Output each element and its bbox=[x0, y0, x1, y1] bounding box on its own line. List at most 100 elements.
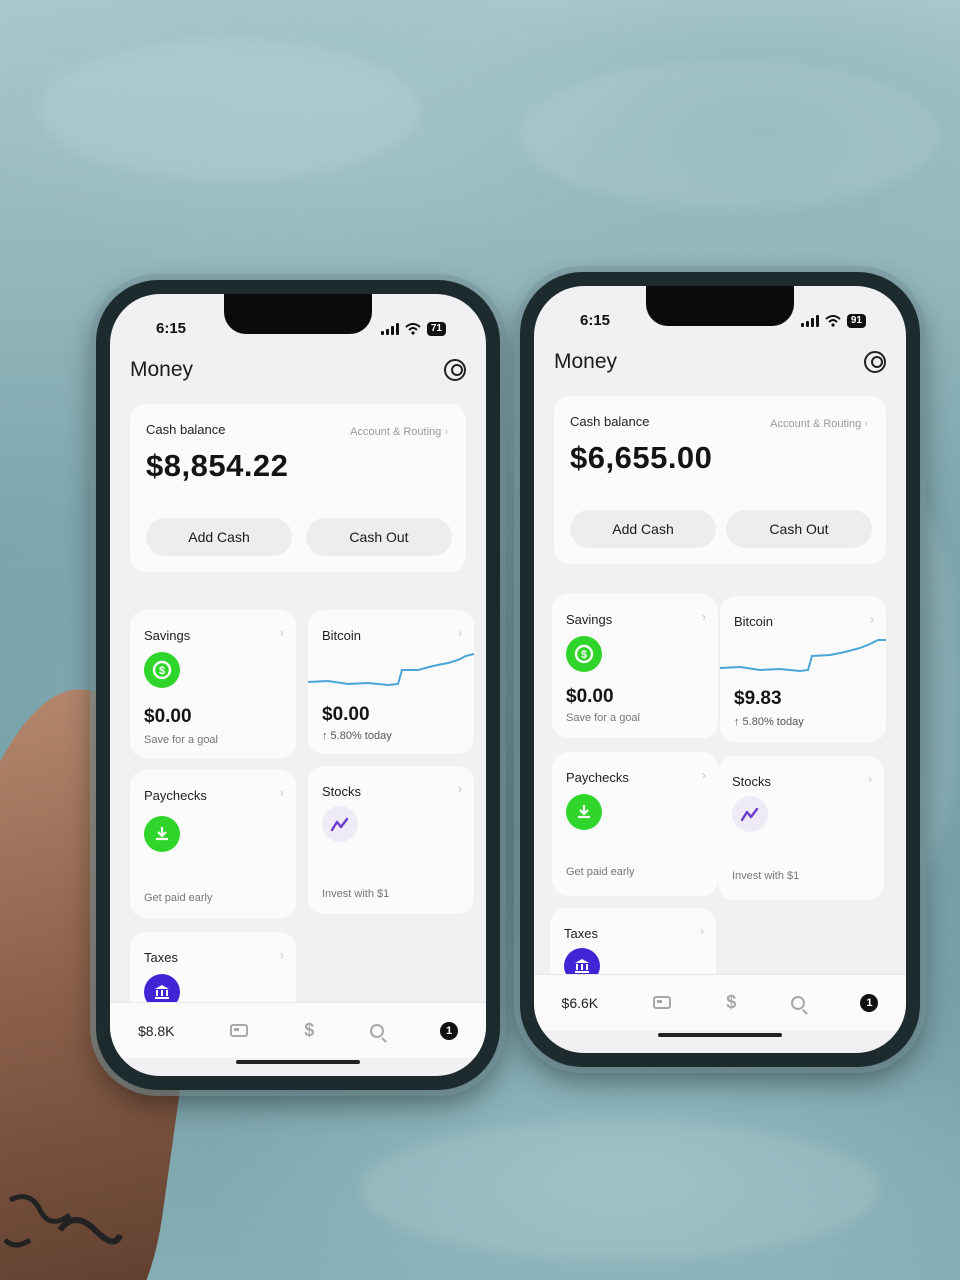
wifi-icon bbox=[825, 315, 841, 327]
stocks-subtitle: Invest with $1 bbox=[732, 870, 800, 882]
stocks-tile[interactable]: Stocks › Invest with $1 bbox=[718, 756, 884, 900]
phone-right: 6:15 91 Money Cash balance Account & Rou… bbox=[520, 272, 920, 1067]
bitcoin-change: ↑ 5.80% today bbox=[322, 730, 392, 742]
home-indicator bbox=[236, 1060, 360, 1064]
bitcoin-amount: $0.00 bbox=[322, 704, 370, 725]
home-indicator bbox=[658, 1033, 782, 1037]
savings-tile[interactable]: Savings › $ $0.00 Save for a goal bbox=[130, 610, 296, 758]
savings-amount: $0.00 bbox=[566, 686, 614, 707]
cash-balance-label: Cash balance bbox=[146, 422, 226, 437]
cash-balance-label: Cash balance bbox=[570, 414, 650, 429]
chevron-right-icon: › bbox=[280, 626, 284, 640]
paychecks-subtitle: Get paid early bbox=[144, 892, 213, 904]
savings-title: Savings bbox=[566, 612, 613, 627]
account-routing-link[interactable]: Account & Routing › bbox=[350, 426, 448, 438]
tab-bar: $6.6K $ 1 bbox=[534, 974, 906, 1030]
bitcoin-title: Bitcoin bbox=[322, 628, 362, 643]
battery-icon: 71 bbox=[426, 322, 446, 336]
bitcoin-tile[interactable]: Bitcoin › $9.83 ↑ 5.80% today bbox=[720, 596, 886, 742]
bitcoin-sparkline bbox=[720, 639, 886, 673]
profile-icon[interactable] bbox=[864, 351, 886, 373]
cash-balance-amount: $6,655.00 bbox=[570, 440, 713, 475]
activity-icon[interactable]: 1 bbox=[860, 993, 879, 1012]
paychecks-tile[interactable]: Paychecks › Get paid early bbox=[552, 752, 718, 896]
tab-bar: $8.8K $ 1 bbox=[110, 1002, 486, 1058]
download-icon bbox=[566, 794, 602, 830]
chevron-right-icon: › bbox=[870, 612, 874, 626]
bitcoin-sparkline bbox=[308, 653, 474, 687]
bitcoin-title: Bitcoin bbox=[734, 614, 774, 629]
chevron-right-icon: › bbox=[700, 924, 704, 938]
bitcoin-amount: $9.83 bbox=[734, 688, 782, 709]
status-icons: 91 bbox=[800, 314, 866, 328]
status-time: 6:15 bbox=[156, 320, 187, 337]
cash-balance-card[interactable]: Cash balance Account & Routing › $8,854.… bbox=[130, 404, 466, 572]
account-routing-label: Account & Routing bbox=[350, 426, 442, 438]
bitcoin-change: ↑ 5.80% today bbox=[734, 716, 804, 728]
chevron-right-icon: › bbox=[702, 610, 706, 624]
tab-balance[interactable]: $6.6K bbox=[562, 995, 599, 1011]
account-routing-label: Account & Routing bbox=[770, 418, 862, 430]
savings-subtitle: Save for a goal bbox=[566, 712, 640, 724]
paychecks-tile[interactable]: Paychecks › Get paid early bbox=[130, 770, 296, 918]
card-icon[interactable] bbox=[230, 1024, 249, 1037]
notch bbox=[646, 286, 794, 326]
dollar-icon[interactable]: $ bbox=[726, 992, 736, 1013]
download-icon bbox=[144, 816, 180, 852]
chevron-right-icon: › bbox=[458, 782, 462, 796]
dollar-icon[interactable]: $ bbox=[304, 1020, 314, 1041]
taxes-title: Taxes bbox=[564, 926, 598, 941]
status-time: 6:15 bbox=[580, 312, 611, 329]
battery-icon: 91 bbox=[846, 314, 866, 328]
savings-subtitle: Save for a goal bbox=[144, 734, 218, 746]
status-icons: 71 bbox=[380, 322, 446, 336]
card-icon[interactable] bbox=[653, 996, 672, 1009]
savings-title: Savings bbox=[144, 628, 191, 643]
bedding-fold bbox=[40, 40, 420, 180]
savings-tile[interactable]: Savings › $ $0.00 Save for a goal bbox=[552, 594, 718, 738]
chevron-right-icon: › bbox=[458, 626, 462, 640]
trend-icon bbox=[732, 796, 768, 832]
chevron-right-icon: › bbox=[280, 948, 284, 962]
stocks-title: Stocks bbox=[732, 774, 772, 789]
bitcoin-tile[interactable]: Bitcoin › $0.00 ↑ 5.80% today bbox=[308, 610, 474, 754]
paychecks-title: Paychecks bbox=[566, 770, 629, 785]
stocks-tile[interactable]: Stocks › Invest with $1 bbox=[308, 766, 474, 914]
add-cash-button[interactable]: Add Cash bbox=[146, 518, 292, 556]
savings-icon: $ bbox=[566, 636, 602, 672]
cash-out-button[interactable]: Cash Out bbox=[726, 510, 872, 548]
activity-icon[interactable]: 1 bbox=[440, 1021, 459, 1040]
header: Money bbox=[554, 350, 886, 374]
savings-amount: $0.00 bbox=[144, 706, 192, 727]
cash-balance-card[interactable]: Cash balance Account & Routing › $6,655.… bbox=[554, 396, 886, 564]
account-routing-link[interactable]: Account & Routing › bbox=[770, 418, 868, 430]
phone-screen: 6:15 71 Money Cash balance Account & Rou… bbox=[110, 294, 486, 1076]
chevron-right-icon: › bbox=[280, 786, 284, 800]
signal-icon bbox=[800, 315, 819, 327]
header: Money bbox=[130, 358, 466, 382]
add-cash-button[interactable]: Add Cash bbox=[570, 510, 716, 548]
page-title: Money bbox=[130, 358, 194, 381]
profile-icon[interactable] bbox=[444, 359, 466, 381]
wifi-icon bbox=[405, 323, 421, 335]
phone-screen: 6:15 91 Money Cash balance Account & Rou… bbox=[534, 286, 906, 1053]
paychecks-title: Paychecks bbox=[144, 788, 207, 803]
tab-balance[interactable]: $8.8K bbox=[138, 1023, 175, 1039]
bedding-fold bbox=[520, 60, 940, 210]
cash-out-button[interactable]: Cash Out bbox=[306, 518, 452, 556]
tattoo bbox=[3, 1194, 123, 1248]
page-title: Money bbox=[554, 350, 618, 373]
paychecks-subtitle: Get paid early bbox=[566, 866, 635, 878]
savings-icon: $ bbox=[144, 652, 180, 688]
chevron-right-icon: › bbox=[444, 426, 448, 438]
signal-icon bbox=[380, 323, 399, 335]
bedding-fold bbox=[360, 1120, 880, 1260]
search-icon[interactable] bbox=[370, 1023, 385, 1038]
trend-icon bbox=[322, 806, 358, 842]
search-icon[interactable] bbox=[791, 995, 806, 1010]
cash-balance-amount: $8,854.22 bbox=[146, 448, 289, 483]
notch bbox=[224, 294, 372, 334]
chevron-right-icon: › bbox=[868, 772, 872, 786]
stocks-subtitle: Invest with $1 bbox=[322, 888, 390, 900]
chevron-right-icon: › bbox=[864, 418, 868, 430]
